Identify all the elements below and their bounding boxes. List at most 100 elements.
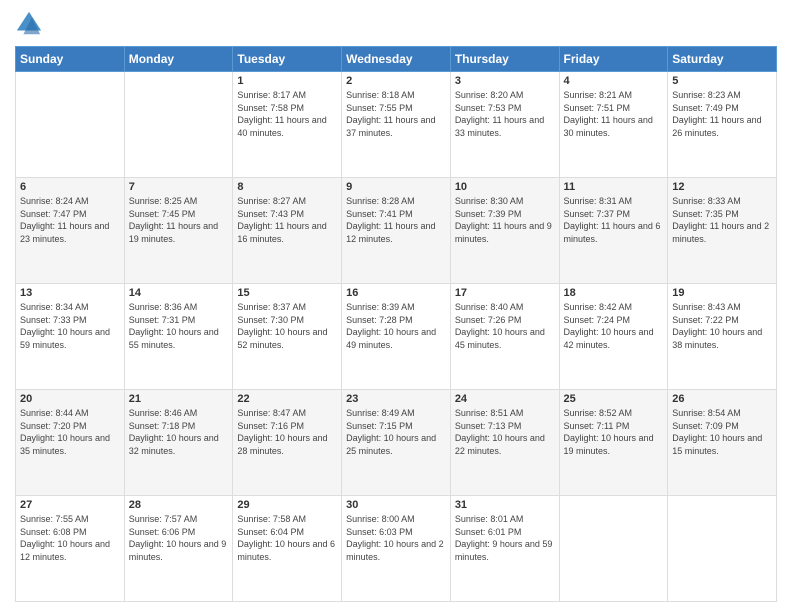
day-info: Sunrise: 8:33 AM Sunset: 7:35 PM Dayligh… bbox=[672, 195, 772, 245]
calendar-cell: 12 Sunrise: 8:33 AM Sunset: 7:35 PM Dayli… bbox=[668, 178, 777, 284]
calendar-cell: 3 Sunrise: 8:20 AM Sunset: 7:53 PM Daylig… bbox=[450, 72, 559, 178]
day-number: 4 bbox=[564, 75, 664, 87]
day-number: 12 bbox=[672, 181, 772, 193]
day-info: Sunrise: 8:36 AM Sunset: 7:31 PM Dayligh… bbox=[129, 301, 229, 351]
day-number: 3 bbox=[455, 75, 555, 87]
day-info: Sunrise: 8:51 AM Sunset: 7:13 PM Dayligh… bbox=[455, 407, 555, 457]
day-info: Sunrise: 8:46 AM Sunset: 7:18 PM Dayligh… bbox=[129, 407, 229, 457]
day-number: 31 bbox=[455, 499, 555, 511]
col-header-thursday: Thursday bbox=[450, 47, 559, 72]
calendar-cell: 29Sunrise: 7:58 AM Sunset: 6:04 PM Dayli… bbox=[233, 496, 342, 602]
calendar-cell: 4 Sunrise: 8:21 AM Sunset: 7:51 PM Daylig… bbox=[559, 72, 668, 178]
page: SundayMondayTuesdayWednesdayThursdayFrid… bbox=[0, 0, 792, 612]
header bbox=[15, 10, 777, 38]
day-number: 22 bbox=[237, 393, 337, 405]
day-number: 19 bbox=[672, 287, 772, 299]
day-number: 16 bbox=[346, 287, 446, 299]
day-info: Sunrise: 8:28 AM Sunset: 7:41 PM Dayligh… bbox=[346, 195, 446, 245]
day-info: Sunrise: 8:52 AM Sunset: 7:11 PM Dayligh… bbox=[564, 407, 664, 457]
col-header-tuesday: Tuesday bbox=[233, 47, 342, 72]
week-row-3: 13 Sunrise: 8:34 AM Sunset: 7:33 PM Dayli… bbox=[16, 284, 777, 390]
calendar-cell: 30 Sunrise: 8:00 AM Sunset: 6:03 PM Dayli… bbox=[342, 496, 451, 602]
calendar-cell: 2 Sunrise: 8:18 AM Sunset: 7:55 PM Daylig… bbox=[342, 72, 451, 178]
calendar-cell: 28 Sunrise: 7:57 AM Sunset: 6:06 PM Dayli… bbox=[124, 496, 233, 602]
calendar-cell: 25 Sunrise: 8:52 AM Sunset: 7:11 PM Dayli… bbox=[559, 390, 668, 496]
calendar-cell: 1 Sunrise: 8:17 AM Sunset: 7:58 PM Daylig… bbox=[233, 72, 342, 178]
calendar-cell: 9 Sunrise: 8:28 AM Sunset: 7:41 PM Daylig… bbox=[342, 178, 451, 284]
day-info: Sunrise: 8:49 AM Sunset: 7:15 PM Dayligh… bbox=[346, 407, 446, 457]
day-info: Sunrise: 8:31 AM Sunset: 7:37 PM Dayligh… bbox=[564, 195, 664, 245]
day-info: Sunrise: 8:54 AM Sunset: 7:09 PM Dayligh… bbox=[672, 407, 772, 457]
day-info: Sunrise: 8:24 AM Sunset: 7:47 PM Dayligh… bbox=[20, 195, 120, 245]
day-info: Sunrise: 8:44 AM Sunset: 7:20 PM Dayligh… bbox=[20, 407, 120, 457]
day-info: Sunrise: 8:40 AM Sunset: 7:26 PM Dayligh… bbox=[455, 301, 555, 351]
day-info: Sunrise: 8:34 AM Sunset: 7:33 PM Dayligh… bbox=[20, 301, 120, 351]
day-info: Sunrise: 8:01 AM Sunset: 6:01 PM Dayligh… bbox=[455, 513, 555, 563]
day-info: Sunrise: 8:21 AM Sunset: 7:51 PM Dayligh… bbox=[564, 89, 664, 139]
calendar-cell: 20 Sunrise: 8:44 AM Sunset: 7:20 PM Dayli… bbox=[16, 390, 125, 496]
col-header-wednesday: Wednesday bbox=[342, 47, 451, 72]
calendar-cell: 8 Sunrise: 8:27 AM Sunset: 7:43 PM Daylig… bbox=[233, 178, 342, 284]
day-number: 26 bbox=[672, 393, 772, 405]
calendar-header: SundayMondayTuesdayWednesdayThursdayFrid… bbox=[16, 47, 777, 72]
calendar-cell bbox=[668, 496, 777, 602]
calendar-cell: 11 Sunrise: 8:31 AM Sunset: 7:37 PM Dayli… bbox=[559, 178, 668, 284]
calendar-cell: 31 Sunrise: 8:01 AM Sunset: 6:01 PM Dayli… bbox=[450, 496, 559, 602]
day-number: 17 bbox=[455, 287, 555, 299]
day-info: Sunrise: 8:27 AM Sunset: 7:43 PM Dayligh… bbox=[237, 195, 337, 245]
day-number: 25 bbox=[564, 393, 664, 405]
calendar-cell: 10 Sunrise: 8:30 AM Sunset: 7:39 PM Dayli… bbox=[450, 178, 559, 284]
day-number: 13 bbox=[20, 287, 120, 299]
day-number: 10 bbox=[455, 181, 555, 193]
calendar-cell: 27Sunrise: 7:55 AM Sunset: 6:08 PM Dayli… bbox=[16, 496, 125, 602]
day-info: Sunrise: 7:57 AM Sunset: 6:06 PM Dayligh… bbox=[129, 513, 229, 563]
calendar-cell: 22 Sunrise: 8:47 AM Sunset: 7:16 PM Dayli… bbox=[233, 390, 342, 496]
calendar-cell: 19Sunrise: 8:43 AM Sunset: 7:22 PM Dayli… bbox=[668, 284, 777, 390]
calendar-cell: 6Sunrise: 8:24 AM Sunset: 7:47 PM Daylig… bbox=[16, 178, 125, 284]
calendar-cell bbox=[16, 72, 125, 178]
col-header-saturday: Saturday bbox=[668, 47, 777, 72]
day-info: Sunrise: 8:17 AM Sunset: 7:58 PM Dayligh… bbox=[237, 89, 337, 139]
calendar-cell bbox=[124, 72, 233, 178]
calendar-cell: 24Sunrise: 8:51 AM Sunset: 7:13 PM Dayli… bbox=[450, 390, 559, 496]
calendar-cell: 5 Sunrise: 8:23 AM Sunset: 7:49 PM Daylig… bbox=[668, 72, 777, 178]
day-number: 7 bbox=[129, 181, 229, 193]
logo bbox=[15, 10, 47, 38]
day-number: 9 bbox=[346, 181, 446, 193]
day-number: 23 bbox=[346, 393, 446, 405]
calendar-cell: 15Sunrise: 8:37 AM Sunset: 7:30 PM Dayli… bbox=[233, 284, 342, 390]
week-row-2: 6Sunrise: 8:24 AM Sunset: 7:47 PM Daylig… bbox=[16, 178, 777, 284]
day-number: 29 bbox=[237, 499, 337, 511]
day-number: 5 bbox=[672, 75, 772, 87]
calendar-body: 1 Sunrise: 8:17 AM Sunset: 7:58 PM Daylig… bbox=[16, 72, 777, 602]
week-row-5: 27Sunrise: 7:55 AM Sunset: 6:08 PM Dayli… bbox=[16, 496, 777, 602]
day-number: 1 bbox=[237, 75, 337, 87]
day-number: 14 bbox=[129, 287, 229, 299]
day-info: Sunrise: 8:18 AM Sunset: 7:55 PM Dayligh… bbox=[346, 89, 446, 139]
calendar-cell: 14 Sunrise: 8:36 AM Sunset: 7:31 PM Dayli… bbox=[124, 284, 233, 390]
calendar-cell: 16Sunrise: 8:39 AM Sunset: 7:28 PM Dayli… bbox=[342, 284, 451, 390]
day-number: 21 bbox=[129, 393, 229, 405]
calendar-cell: 18Sunrise: 8:42 AM Sunset: 7:24 PM Dayli… bbox=[559, 284, 668, 390]
calendar-cell: 21 Sunrise: 8:46 AM Sunset: 7:18 PM Dayli… bbox=[124, 390, 233, 496]
day-number: 30 bbox=[346, 499, 446, 511]
week-row-4: 20 Sunrise: 8:44 AM Sunset: 7:20 PM Dayli… bbox=[16, 390, 777, 496]
day-info: Sunrise: 8:47 AM Sunset: 7:16 PM Dayligh… bbox=[237, 407, 337, 457]
day-number: 15 bbox=[237, 287, 337, 299]
day-info: Sunrise: 8:00 AM Sunset: 6:03 PM Dayligh… bbox=[346, 513, 446, 563]
calendar-cell: 26 Sunrise: 8:54 AM Sunset: 7:09 PM Dayli… bbox=[668, 390, 777, 496]
day-info: Sunrise: 8:20 AM Sunset: 7:53 PM Dayligh… bbox=[455, 89, 555, 139]
calendar-table: SundayMondayTuesdayWednesdayThursdayFrid… bbox=[15, 46, 777, 602]
day-number: 28 bbox=[129, 499, 229, 511]
day-number: 2 bbox=[346, 75, 446, 87]
week-row-1: 1 Sunrise: 8:17 AM Sunset: 7:58 PM Daylig… bbox=[16, 72, 777, 178]
logo-icon bbox=[15, 10, 43, 38]
day-number: 11 bbox=[564, 181, 664, 193]
col-header-sunday: Sunday bbox=[16, 47, 125, 72]
day-number: 20 bbox=[20, 393, 120, 405]
day-info: Sunrise: 8:23 AM Sunset: 7:49 PM Dayligh… bbox=[672, 89, 772, 139]
day-info: Sunrise: 8:30 AM Sunset: 7:39 PM Dayligh… bbox=[455, 195, 555, 245]
day-number: 27 bbox=[20, 499, 120, 511]
day-number: 8 bbox=[237, 181, 337, 193]
col-header-friday: Friday bbox=[559, 47, 668, 72]
